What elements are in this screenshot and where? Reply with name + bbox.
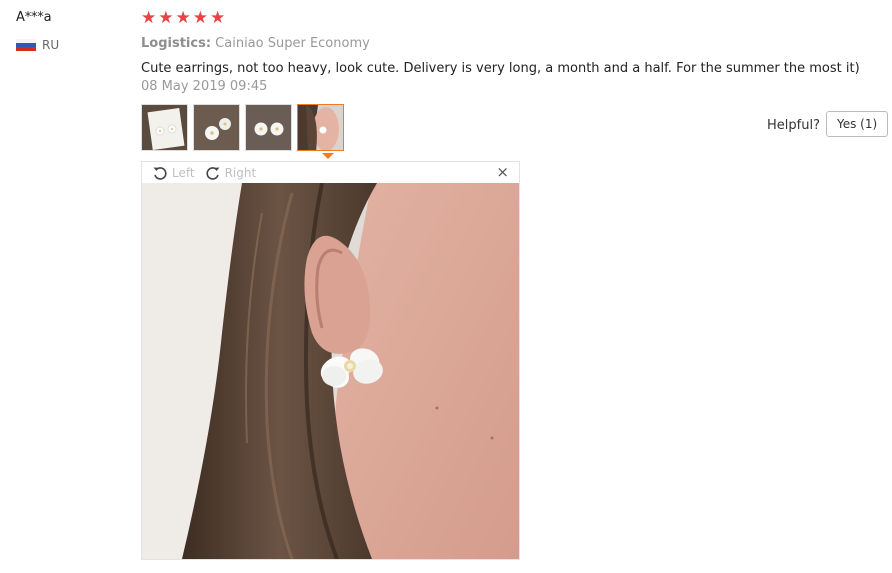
- rotate-right-label: Right: [224, 165, 257, 180]
- earring-photo-image: [142, 183, 519, 559]
- photo-thumbnails: [141, 104, 344, 151]
- review-body: Cute earrings, not too heavy, look cute.…: [141, 60, 861, 96]
- earring-worn-thumbnail-image: [298, 105, 343, 150]
- star-icon: ★: [158, 8, 174, 28]
- review-date: 08 May 2019 09:45: [141, 79, 268, 94]
- star-icon: ★: [192, 8, 208, 28]
- photo-thumb-2[interactable]: [193, 104, 240, 151]
- photo-viewer: Left Right ×: [141, 161, 520, 560]
- logistics-info: Logistics: Cainiao Super Economy: [141, 36, 370, 51]
- active-thumb-indicator: [322, 153, 334, 159]
- star-rating: ★ ★ ★ ★ ★: [141, 10, 225, 27]
- rotate-right-button[interactable]: Right: [205, 165, 257, 181]
- close-icon: ×: [496, 163, 509, 181]
- reviewer-country: RU: [16, 38, 59, 52]
- rotate-left-label: Left: [172, 165, 195, 180]
- rotate-left-icon: [153, 166, 167, 180]
- photo-thumb-4[interactable]: [297, 104, 344, 151]
- earrings-pair-thumbnail-image: [246, 105, 291, 150]
- photo-viewer-toolbar: Left Right ×: [142, 162, 519, 183]
- star-icon: ★: [175, 8, 191, 28]
- close-viewer-button[interactable]: ×: [496, 164, 509, 180]
- logistics-value: Cainiao Super Economy: [215, 36, 370, 51]
- review-text: Cute earrings, not too heavy, look cute.…: [141, 61, 860, 76]
- star-icon: ★: [141, 8, 157, 28]
- photo-thumb-3[interactable]: [245, 104, 292, 151]
- rotate-left-button[interactable]: Left: [152, 165, 195, 181]
- photo-thumb-1[interactable]: [141, 104, 188, 151]
- rotate-right-icon: [206, 166, 220, 180]
- helpful-yes-button[interactable]: Yes (1): [826, 111, 889, 137]
- earring-card-thumbnail-image: [142, 105, 187, 150]
- reviewer-name: A***a: [16, 10, 52, 25]
- earrings-thumbnail-image: [194, 105, 239, 150]
- logistics-label: Logistics:: [141, 36, 212, 51]
- star-icon: ★: [210, 8, 226, 28]
- review-photo: [142, 183, 519, 559]
- helpful-label: Helpful?: [767, 118, 820, 133]
- russia-flag-icon: [16, 39, 36, 51]
- country-code: RU: [42, 38, 60, 52]
